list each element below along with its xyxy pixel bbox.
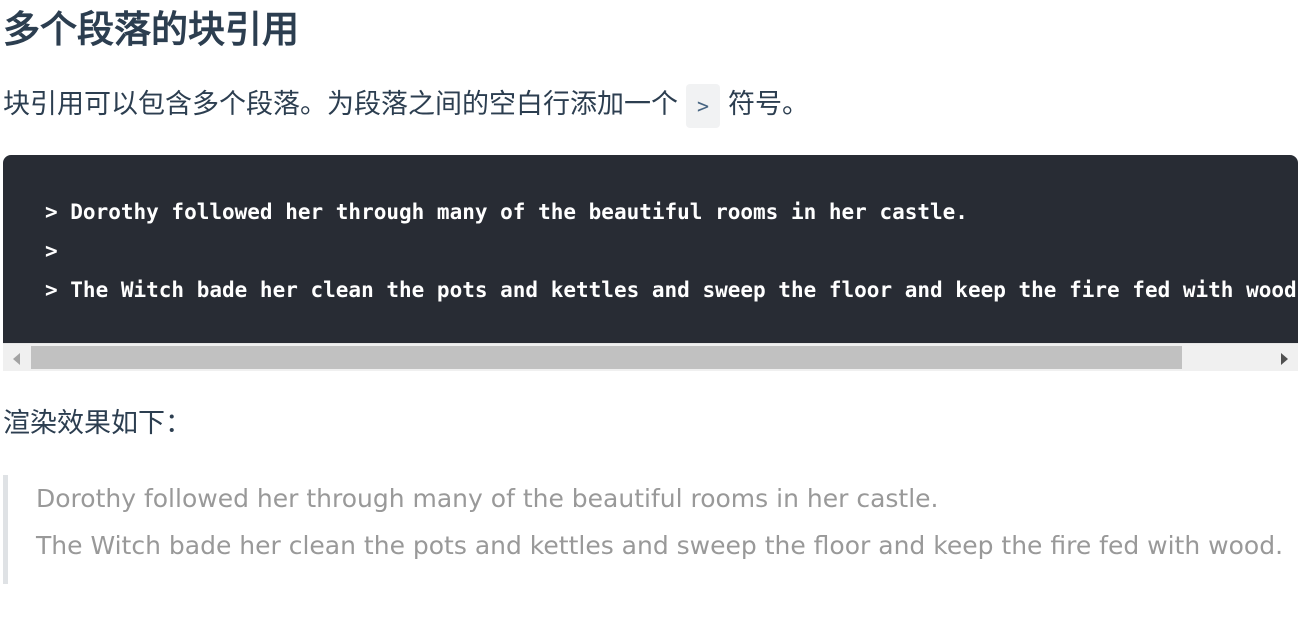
code-block: > Dorothy followed her through many of t… [3, 155, 1298, 343]
intro-text-before: 块引用可以包含多个段落。为段落之间的空白行添加一个 [3, 89, 678, 120]
intro-paragraph: 块引用可以包含多个段落。为段落之间的空白行添加一个 > 符号。 [3, 82, 809, 128]
code-line: > [45, 239, 58, 263]
code-block-container: > Dorothy followed her through many of t… [3, 155, 1298, 371]
code-content: > Dorothy followed her through many of t… [3, 155, 1298, 310]
scrollbar-thumb[interactable] [31, 346, 1182, 369]
blockquote-paragraph: The Witch bade her clean the pots and ke… [36, 531, 1284, 560]
blockquote-paragraph: Dorothy followed her through many of the… [36, 484, 939, 513]
code-line: > Dorothy followed her through many of t… [45, 200, 968, 224]
horizontal-scrollbar[interactable] [3, 343, 1298, 371]
rendered-blockquote: Dorothy followed her through many of the… [3, 475, 1293, 584]
scroll-left-arrow-icon[interactable] [13, 353, 20, 365]
intro-text-after: 符号。 [728, 89, 810, 120]
code-line: > The Witch bade her clean the pots and … [45, 278, 1298, 302]
section-heading: 多个段落的块引用 [3, 8, 299, 51]
scroll-right-arrow-icon[interactable] [1281, 353, 1288, 365]
inline-code-symbol: > [686, 83, 721, 128]
render-result-label: 渲染效果如下： [3, 408, 192, 439]
